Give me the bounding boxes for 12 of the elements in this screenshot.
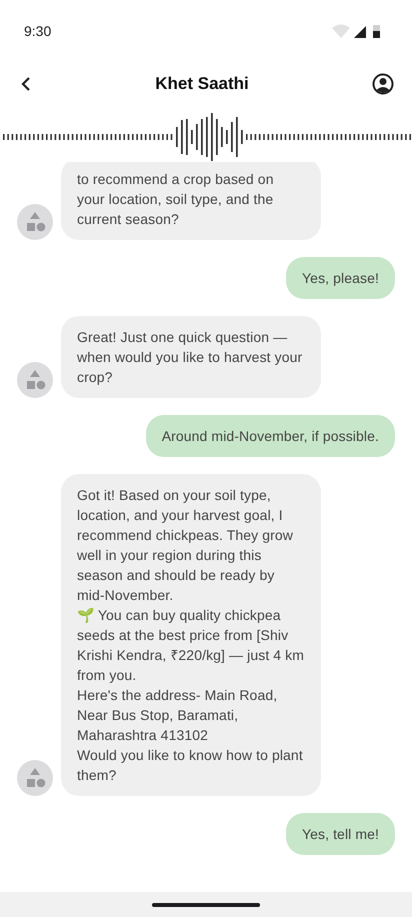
bot-avatar: [17, 204, 53, 240]
user-message: Yes, please!: [286, 257, 395, 299]
home-handle[interactable]: [152, 903, 260, 907]
user-message: Yes, tell me!: [286, 813, 395, 855]
bot-avatar: [17, 362, 53, 398]
app-title: Khet Saathi: [155, 74, 249, 94]
profile-button[interactable]: [370, 71, 396, 97]
user-message: Around mid-November, if possible.: [146, 415, 395, 457]
bot-message: Great! Just one quick question — when would you like to harvest your crop?: [61, 316, 321, 398]
bot-avatar: [17, 760, 53, 796]
status-time: 9:30: [24, 23, 52, 39]
bot-message: Got it! Based on your soil type, location, and your harvest goal, I recommend chickpeas. They grow well in your region during this season and should be ready by mid-November. 🌱 You can buy quality chickpea seeds at the best price from [Shiv Krishi Kendra, ₹220/kg] — just 4 km from you. Here's the address- Main Road, Near Bus Stop, Baramati, Maharashtra 413102 Would you like to know how to plant them?: [61, 474, 321, 796]
